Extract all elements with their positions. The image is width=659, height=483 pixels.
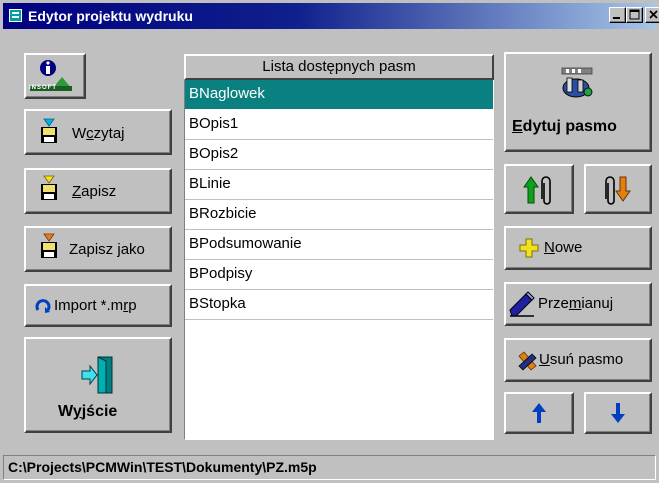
title-bar[interactable]: Edytor projektu wydruku — [3, 3, 659, 29]
arrow-down-icon — [611, 403, 625, 423]
band-list[interactable]: BNaglowek BOpis1 BOpis2 BLinie BRozbicie… — [184, 80, 494, 440]
close-icon — [649, 10, 658, 19]
app-icon — [9, 9, 22, 22]
band-item-bstopka[interactable]: BStopka — [185, 290, 493, 320]
import-refresh-icon — [35, 299, 51, 313]
maximize-button[interactable] — [626, 7, 643, 23]
band-tools-icon — [561, 67, 593, 98]
rename-band-button-label: Przemianuj — [538, 295, 614, 312]
band-item-bnaglowek[interactable]: BNaglowek — [185, 80, 493, 110]
new-band-button[interactable]: Nowe — [504, 226, 652, 270]
band-list-header[interactable]: Lista dostępnych pasm — [184, 54, 494, 80]
about-button[interactable]: INSOFT — [24, 53, 86, 99]
rename-band-button[interactable]: Przemianuj — [504, 282, 652, 326]
maximize-icon — [629, 9, 640, 20]
minimize-icon — [613, 17, 620, 19]
exit-button[interactable]: Wyjście — [24, 337, 172, 433]
save-as-file-icon — [41, 233, 57, 258]
import-mrp-button[interactable]: Import *.mrp — [24, 284, 172, 327]
arrow-up-icon — [532, 403, 546, 423]
save-as-button[interactable]: Zapisz jako — [24, 226, 172, 272]
edit-band-button-label: Edytuj pasmo — [512, 118, 617, 135]
delete-band-button[interactable]: Usuń pasmo — [504, 338, 652, 382]
exit-button-label: Wyjście — [58, 403, 118, 420]
save-file-icon — [41, 175, 57, 200]
band-item-bopis1[interactable]: BOpis1 — [185, 110, 493, 140]
band-item-bpodsumowanie[interactable]: BPodsumowanie — [185, 230, 493, 260]
delete-x-icon — [518, 351, 537, 371]
paperclip-arrow-up-icon — [523, 176, 551, 205]
edit-band-button[interactable]: Edytuj pasmo — [504, 52, 652, 152]
status-bar-file-path: C:\Projects\PCMWin\TEST\Dokumenty\PZ.m5p — [3, 455, 656, 480]
print-project-editor-window: Edytor projektu wydruku INSOFT Wczytaj Z… — [0, 0, 659, 483]
band-item-blinie[interactable]: BLinie — [185, 170, 493, 200]
save-as-button-label: Zapisz jako — [69, 241, 145, 258]
band-item-bopis2[interactable]: BOpis2 — [185, 140, 493, 170]
pen-edit-icon — [509, 291, 535, 317]
load-button[interactable]: Wczytaj — [24, 109, 172, 155]
close-button[interactable] — [645, 7, 659, 23]
save-button-label: Zapisz — [72, 183, 117, 200]
plus-icon — [519, 238, 539, 258]
attach-up-button[interactable] — [504, 164, 574, 214]
new-band-button-label: Nowe — [544, 239, 583, 256]
paperclip-arrow-down-icon — [605, 176, 631, 205]
import-mrp-button-label: Import *.mrp — [54, 297, 137, 314]
move-up-button[interactable] — [504, 392, 574, 434]
exit-door-icon — [81, 356, 113, 394]
move-down-button[interactable] — [584, 392, 652, 434]
delete-band-button-label: Usuń pasmo — [539, 351, 624, 368]
minimize-button[interactable] — [609, 7, 626, 23]
band-item-bpodpisy[interactable]: BPodpisy — [185, 260, 493, 290]
load-file-icon — [41, 118, 57, 143]
info-logo-text: INSOFT — [29, 85, 57, 91]
band-item-brozbicie[interactable]: BRozbicie — [185, 200, 493, 230]
save-button[interactable]: Zapisz — [24, 168, 172, 214]
load-button-label: Wczytaj — [72, 125, 125, 142]
window-title: Edytor projektu wydruku — [28, 8, 193, 24]
attach-down-button[interactable] — [584, 164, 652, 214]
